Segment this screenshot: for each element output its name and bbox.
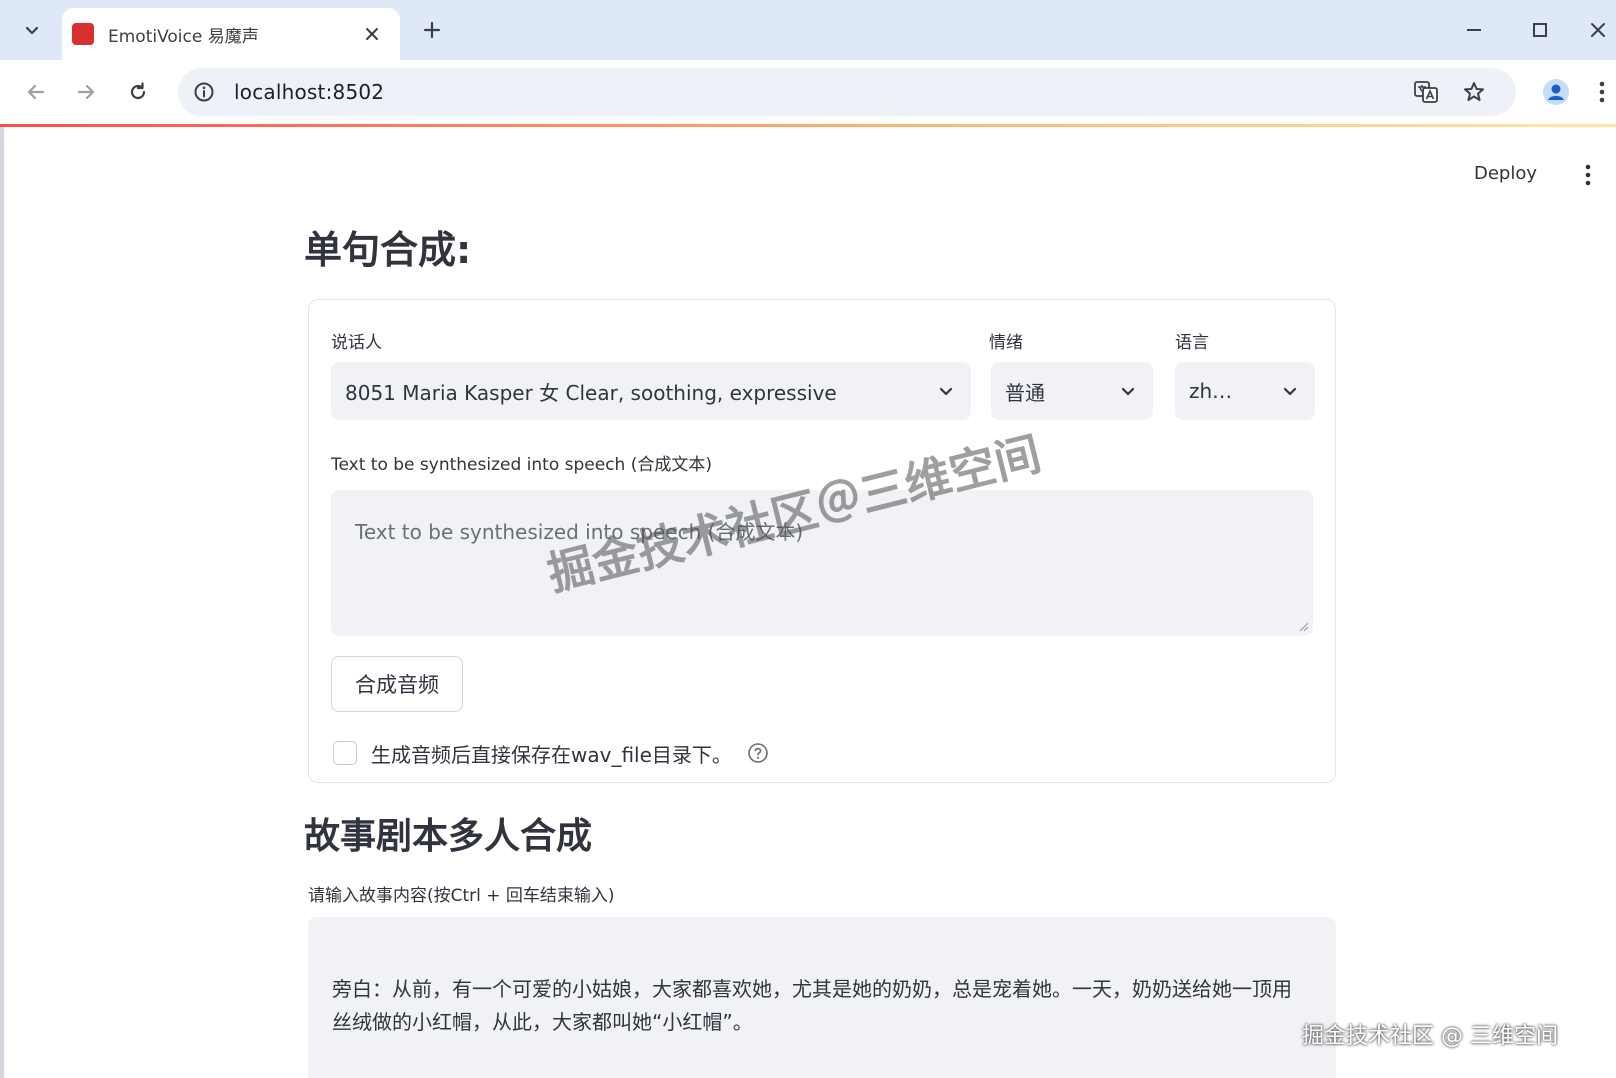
chevron-down-icon [1117, 380, 1139, 402]
close-window-button[interactable] [1580, 10, 1616, 50]
resize-handle-icon[interactable] [1297, 620, 1309, 632]
browser-toolbar: localhost:8502 [0, 60, 1616, 124]
speaker-select[interactable]: 8051 Maria Kasper 女 Clear, soothing, exp… [331, 362, 971, 420]
synthesis-text-input[interactable]: Text to be synthesized into speech (合成文本… [331, 490, 1313, 636]
language-select[interactable]: zh… [1175, 362, 1315, 420]
save-to-wav-option: 生成音频后直接保存在wav_file目录下。 [333, 738, 770, 768]
emotion-label: 情绪 [989, 333, 1023, 353]
close-icon [366, 28, 378, 40]
synthesis-text-placeholder: Text to be synthesized into speech (合成文本… [355, 520, 804, 544]
tab-close-button[interactable] [360, 22, 384, 46]
story-input-label: 请输入故事内容(按Ctrl + 回车结束输入) [308, 886, 615, 906]
synthesis-text-label: Text to be synthesized into speech (合成文本… [331, 455, 712, 475]
more-vertical-icon [1585, 164, 1591, 186]
tab-title: EmotiVoice 易魔声 [108, 26, 259, 47]
language-select-value: zh… [1189, 379, 1233, 403]
bookmark-button[interactable] [1458, 76, 1490, 108]
new-tab-button[interactable] [416, 14, 448, 46]
help-icon[interactable] [746, 741, 770, 765]
info-icon [194, 82, 214, 102]
forward-button[interactable] [66, 72, 106, 112]
speaker-label: 说话人 [331, 333, 382, 353]
translate-icon [1414, 81, 1438, 103]
minimize-window-button[interactable] [1452, 10, 1496, 50]
save-to-wav-checkbox[interactable] [333, 741, 357, 765]
browser-menu-button[interactable] [1592, 72, 1612, 112]
save-to-wav-label[interactable]: 生成音频后直接保存在wav_file目录下。 [371, 739, 732, 768]
story-synthesis-heading: 故事剧本多人合成 [304, 816, 593, 857]
synthesize-audio-button[interactable]: 合成音频 [331, 656, 463, 712]
chevron-down-icon [935, 380, 957, 402]
emotion-select[interactable]: 普通 [991, 362, 1153, 420]
translate-button[interactable] [1410, 76, 1442, 108]
close-icon [1591, 23, 1605, 37]
profile-avatar-icon [1543, 79, 1569, 105]
app-page: Deploy 单句合成: 说话人 情绪 语言 8051 Maria Kasper… [0, 127, 1616, 1078]
star-icon [1464, 82, 1484, 101]
single-synthesis-form: 说话人 情绪 语言 8051 Maria Kasper 女 Clear, soo… [308, 299, 1336, 783]
url-text[interactable]: localhost:8502 [234, 80, 384, 104]
more-vertical-icon [1599, 81, 1605, 103]
reload-icon [130, 82, 146, 100]
maximize-icon [1533, 23, 1547, 37]
deploy-button[interactable]: Deploy [1474, 163, 1537, 184]
plus-icon [423, 21, 441, 39]
address-bar[interactable]: localhost:8502 [178, 68, 1516, 116]
speaker-select-value: 8051 Maria Kasper 女 Clear, soothing, exp… [345, 380, 837, 405]
language-label: 语言 [1175, 333, 1209, 353]
minimize-icon [1467, 29, 1481, 31]
tab-search-button[interactable] [12, 12, 52, 48]
chevron-down-icon [25, 26, 39, 35]
arrow-left-icon [27, 84, 45, 100]
site-info-button[interactable] [188, 76, 220, 108]
arrow-right-icon [77, 84, 95, 100]
app-main-menu-button[interactable] [1576, 157, 1600, 193]
story-input[interactable]: 旁白：从前，有一个可爱的小姑娘，大家都喜欢她，尤其是她的奶奶，总是宠着她。一天，… [308, 917, 1336, 1078]
browser-tab[interactable]: EmotiVoice 易魔声 [62, 8, 400, 60]
browser-tab-strip: EmotiVoice 易魔声 [0, 0, 1616, 60]
maximize-window-button[interactable] [1518, 10, 1562, 50]
profile-button[interactable] [1536, 72, 1576, 112]
chevron-down-icon [1279, 380, 1301, 402]
back-button[interactable] [16, 72, 56, 112]
emotion-select-value: 普通 [1005, 380, 1045, 405]
single-synthesis-heading: 单句合成: [304, 228, 472, 272]
app-favicon-icon [72, 23, 94, 45]
story-input-text: 旁白：从前，有一个可爱的小姑娘，大家都喜欢她，尤其是她的奶奶，总是宠着她。一天，… [332, 977, 1292, 1034]
reload-button[interactable] [118, 72, 158, 112]
